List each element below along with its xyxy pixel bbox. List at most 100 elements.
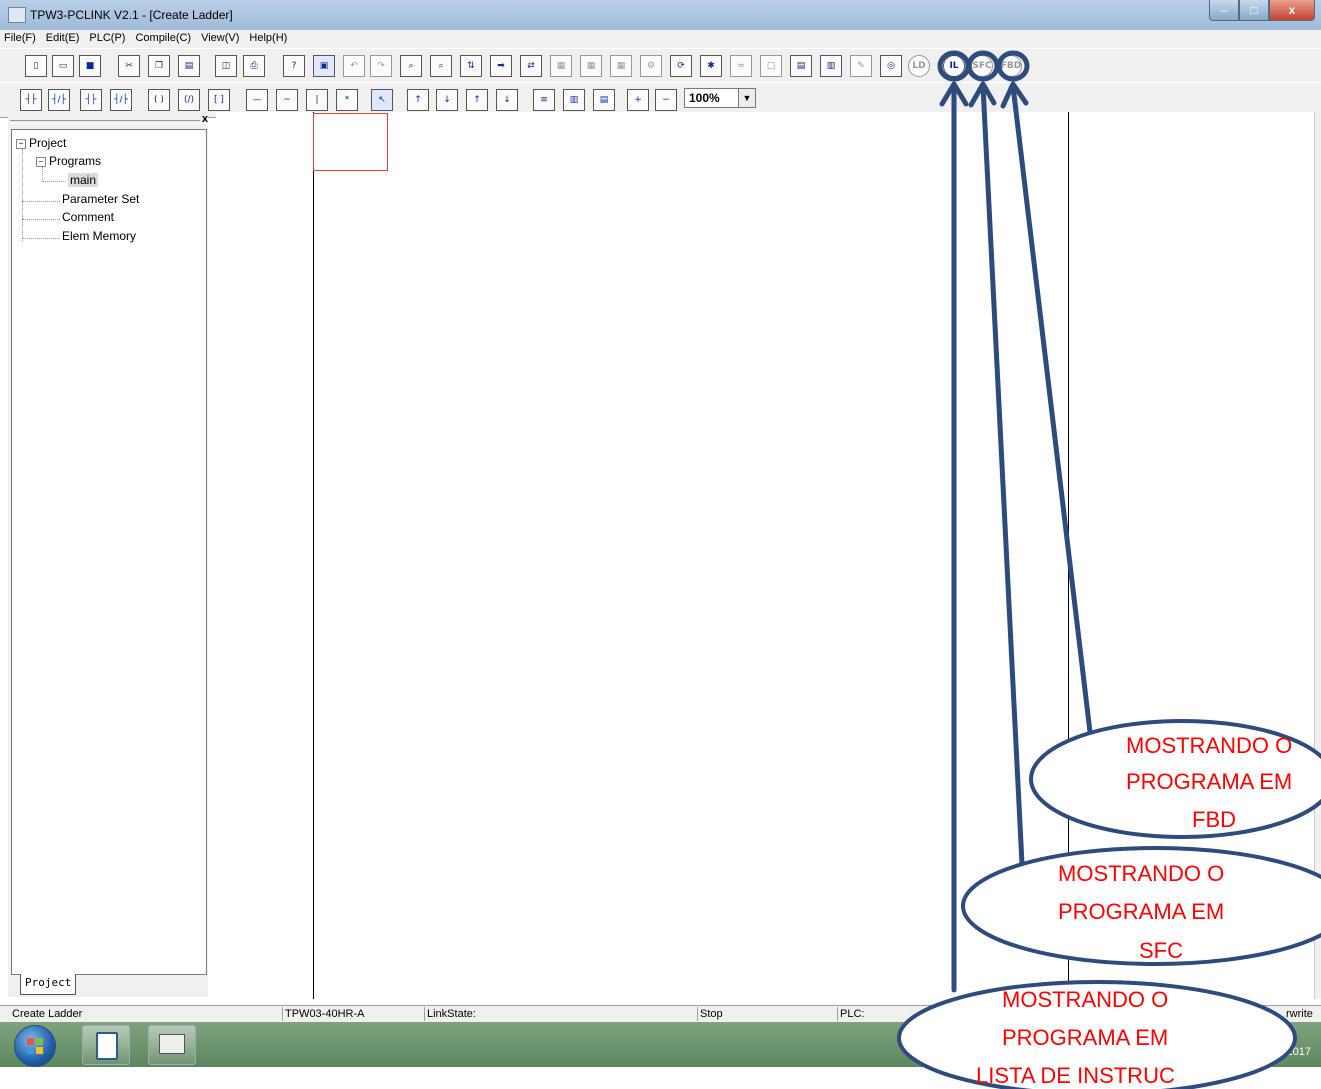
window-icon[interactable]: ▢ bbox=[760, 55, 782, 77]
ld-mode-button[interactable]: LD bbox=[908, 55, 930, 77]
window-title: TPW3-PCLINK V2.1 - [Create Ladder] bbox=[30, 8, 233, 22]
print-icon[interactable]: ⎙ bbox=[243, 55, 265, 77]
insert-row-icon[interactable]: ≡ bbox=[533, 89, 555, 111]
windows-logo-icon bbox=[26, 1037, 44, 1055]
status-plc: PLC: bbox=[840, 1008, 865, 1020]
parallel-no-contact-icon[interactable]: ┤├ bbox=[80, 89, 102, 111]
select-cursor-icon[interactable]: ↖ bbox=[371, 89, 393, 111]
chevron-down-icon[interactable]: ▼ bbox=[738, 89, 755, 107]
pclink-icon bbox=[159, 1034, 185, 1054]
read-icon[interactable]: ▦ bbox=[550, 55, 572, 77]
taskbar-pclink-app[interactable] bbox=[148, 1025, 196, 1065]
zoom-select[interactable]: 100% ▼ bbox=[684, 88, 756, 108]
parallel-rising-icon[interactable]: ↑ bbox=[466, 89, 488, 111]
start-button[interactable] bbox=[14, 1025, 56, 1067]
menu-plc[interactable]: PLC(P) bbox=[84, 30, 130, 48]
sfc-callout-line3: SFC bbox=[1139, 938, 1183, 963]
collapse-icon[interactable]: − bbox=[36, 157, 46, 167]
coil-icon[interactable]: ( ) bbox=[148, 89, 170, 111]
replace-icon[interactable]: ⌕ bbox=[430, 55, 452, 77]
calendar-icon[interactable]: ▥ bbox=[820, 55, 842, 77]
invert-line-icon[interactable]: ~ bbox=[276, 89, 298, 111]
project-tree: − Project − Programs main Parameter Set Co… bbox=[11, 129, 207, 975]
tree-item-parameter-set[interactable]: Parameter Set bbox=[62, 192, 139, 206]
function-icon[interactable]: [ ] bbox=[208, 89, 230, 111]
sort-icon[interactable]: ⇅ bbox=[460, 55, 482, 77]
new-file-icon[interactable]: ▯ bbox=[25, 55, 47, 77]
cut-icon[interactable]: ✂ bbox=[118, 55, 140, 77]
no-contact-icon[interactable]: ┤├ bbox=[20, 89, 42, 111]
fbd-mode-button[interactable]: FBD bbox=[1000, 55, 1022, 77]
menu-edit[interactable]: Edit(E) bbox=[41, 30, 85, 48]
app-icon[interactable] bbox=[8, 7, 26, 23]
status-edit-mode: rwrite bbox=[1286, 1008, 1313, 1020]
print-preview-icon[interactable]: ◫ bbox=[215, 55, 237, 77]
settings-icon[interactable]: ⚙ bbox=[640, 55, 662, 77]
vertical-line-icon[interactable]: | bbox=[306, 89, 328, 111]
wave-icon[interactable]: ≈ bbox=[730, 55, 752, 77]
find-icon[interactable]: ⌕ bbox=[400, 55, 422, 77]
tree-item-project[interactable]: − Project bbox=[16, 136, 66, 150]
compile-icon[interactable]: ⇄ bbox=[520, 55, 542, 77]
rising-edge-icon[interactable]: ↑ bbox=[407, 89, 429, 111]
verify-icon[interactable]: ▦ bbox=[610, 55, 632, 77]
maximize-button[interactable]: □ bbox=[1239, 0, 1269, 21]
collapse-icon[interactable]: − bbox=[16, 139, 26, 149]
il-mode-button[interactable]: IL bbox=[943, 55, 965, 77]
panel-icon[interactable]: ▤ bbox=[790, 55, 812, 77]
open-folder-icon[interactable]: ▭ bbox=[52, 55, 74, 77]
save-icon[interactable]: ■ bbox=[79, 55, 101, 77]
connect-icon[interactable]: ◎ bbox=[880, 55, 902, 77]
clock: 2017 bbox=[1286, 1046, 1311, 1058]
horizontal-line-icon[interactable]: — bbox=[246, 89, 268, 111]
help-icon[interactable]: ? bbox=[283, 55, 305, 77]
taskbar-document-app[interactable] bbox=[82, 1025, 130, 1065]
project-panel: x − Project − Programs main Parameter Set … bbox=[8, 113, 208, 997]
panel-header: x bbox=[8, 113, 208, 127]
reverse-coil-icon[interactable]: (/) bbox=[178, 89, 200, 111]
zoom-in-icon[interactable]: + bbox=[627, 89, 649, 111]
fbd-callout-line2: PROGRAMA EM bbox=[1126, 769, 1293, 794]
copy-icon[interactable]: ❐ bbox=[148, 55, 170, 77]
status-model: TPW03-40HR-A bbox=[285, 1008, 365, 1020]
edit-icon[interactable]: ✎ bbox=[850, 55, 872, 77]
tab-project[interactable]: Project bbox=[20, 974, 77, 995]
tree-item-programs[interactable]: − Programs bbox=[36, 154, 101, 168]
title-bar: TPW3-PCLINK V2.1 - [Create Ladder] – □ x bbox=[0, 0, 1321, 30]
close-panel-icon[interactable]: x bbox=[202, 113, 208, 125]
falling-edge-icon[interactable]: ↓ bbox=[436, 89, 458, 111]
tree-item-comment[interactable]: Comment bbox=[62, 210, 114, 224]
fbd-callout-line1: MOSTRANDO O bbox=[1126, 733, 1293, 758]
edit-cursor[interactable] bbox=[313, 113, 388, 171]
menu-help[interactable]: Help(H) bbox=[244, 30, 292, 48]
refresh-icon[interactable]: ⟳ bbox=[670, 55, 692, 77]
menu-file[interactable]: File(F) bbox=[0, 30, 41, 48]
vertical-scrollbar[interactable] bbox=[1314, 112, 1321, 999]
nc-contact-icon[interactable]: ┤/├ bbox=[48, 89, 70, 111]
tree-item-main[interactable]: main bbox=[68, 173, 99, 187]
il-callout-line1: MOSTRANDO O bbox=[1002, 987, 1169, 1012]
parallel-nc-contact-icon[interactable]: ┤/├ bbox=[110, 89, 132, 111]
tools-icon[interactable]: ✱ bbox=[700, 55, 722, 77]
minimize-button[interactable]: – bbox=[1209, 0, 1239, 21]
delete-line-icon[interactable]: * bbox=[336, 89, 358, 111]
left-power-rail bbox=[313, 112, 314, 999]
redo-icon[interactable]: ↷ bbox=[370, 55, 392, 77]
undo-icon[interactable]: ↶ bbox=[343, 55, 365, 77]
menu-compile[interactable]: Compile(C) bbox=[130, 30, 196, 48]
sfc-mode-button[interactable]: SFC bbox=[971, 55, 993, 77]
zoom-out-icon[interactable]: − bbox=[655, 89, 677, 111]
document-icon bbox=[96, 1032, 118, 1060]
standard-toolbar: ▯ ▭ ■ ✂ ❐ ▤ ◫ ⎙ ? ▣ ↶ ↷ ⌕ ⌕ ⇅ ➡ ⇄ ▦ ▦ ▦ … bbox=[0, 48, 1321, 84]
parallel-falling-icon[interactable]: ↓ bbox=[496, 89, 518, 111]
il-callout-line3: LISTA DE INSTRUC bbox=[976, 1063, 1175, 1088]
menu-view[interactable]: View(V) bbox=[196, 30, 244, 48]
close-button[interactable]: x bbox=[1269, 0, 1315, 21]
monitor-icon[interactable]: ▣ bbox=[313, 55, 335, 77]
tree-item-elem-memory[interactable]: Elem Memory bbox=[62, 229, 136, 243]
write-icon[interactable]: ▦ bbox=[580, 55, 602, 77]
goto-icon[interactable]: ➡ bbox=[490, 55, 512, 77]
delete-row-icon[interactable]: ▤ bbox=[593, 89, 615, 111]
insert-column-icon[interactable]: ▥ bbox=[563, 89, 585, 111]
paste-icon[interactable]: ▤ bbox=[178, 55, 200, 77]
